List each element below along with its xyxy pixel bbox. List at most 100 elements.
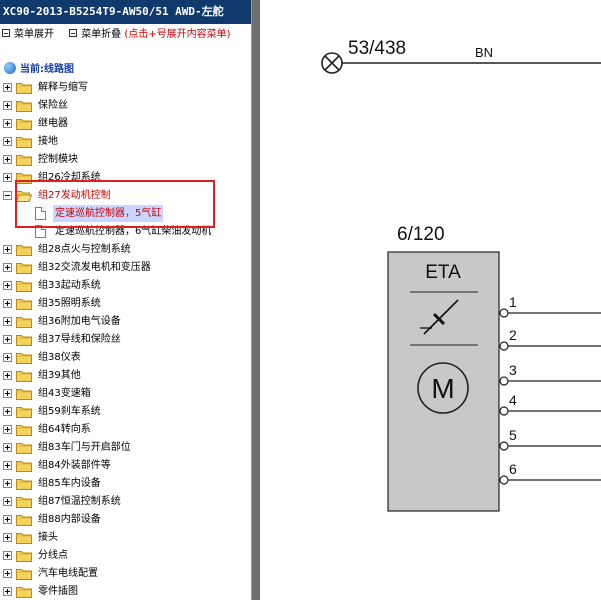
- expand-toggle-icon[interactable]: [3, 317, 12, 326]
- tree-item[interactable]: 解释与缩写: [0, 79, 251, 96]
- folder-icon: [16, 550, 32, 562]
- tree-item-label: 保险丝: [38, 100, 68, 111]
- pin-5[interactable]: 5: [499, 427, 601, 451]
- tree-item[interactable]: 接地: [0, 133, 251, 150]
- tree-item[interactable]: 组85车内设备: [0, 475, 251, 492]
- folder-icon: [16, 316, 32, 328]
- folder-icon: [16, 388, 32, 400]
- current-route-label: 当前:线路图: [20, 64, 74, 75]
- expand-toggle-icon[interactable]: [3, 497, 12, 506]
- tree-item[interactable]: 组88内部设备: [0, 511, 251, 528]
- tree-item[interactable]: 接头: [0, 529, 251, 546]
- folder-icon: [16, 298, 32, 310]
- pin-terminal-icon: [499, 341, 509, 351]
- expand-toggle-icon[interactable]: [3, 407, 12, 416]
- expand-toggle-icon[interactable]: [3, 569, 12, 578]
- folder-icon: [16, 100, 32, 112]
- expand-toggle-icon[interactable]: [3, 353, 12, 362]
- tree-item-label: 组59刹车系统: [38, 406, 101, 417]
- component-pins: 1 2 3 4 5 6: [499, 294, 601, 485]
- tree-item[interactable]: 组33起动系统: [0, 277, 251, 294]
- expand-toggle-icon[interactable]: [3, 137, 12, 146]
- tree-item[interactable]: 汽车电线配置: [0, 565, 251, 582]
- pin-1[interactable]: 1: [499, 294, 601, 318]
- expand-toggle-icon[interactable]: [3, 281, 12, 290]
- tree-item-label: 组37导线和保险丝: [38, 334, 121, 345]
- tree-item[interactable]: 控制模块: [0, 151, 251, 168]
- expand-toggle-icon[interactable]: [3, 587, 12, 596]
- tree-item[interactable]: 组83车门与开启部位: [0, 439, 251, 456]
- tree-item[interactable]: 零件插图: [0, 583, 251, 600]
- folder-icon: [16, 424, 32, 436]
- expand-toggle-icon[interactable]: [3, 155, 12, 164]
- folder-icon: [16, 532, 32, 544]
- collapse-toggle-icon[interactable]: [3, 191, 12, 200]
- expand-toggle-icon[interactable]: [3, 425, 12, 434]
- tree-item[interactable]: 组87恒温控制系统: [0, 493, 251, 510]
- folder-icon: [16, 280, 32, 292]
- folder-icon: [16, 478, 32, 490]
- expand-toggle-icon[interactable]: [3, 533, 12, 542]
- expand-toggle-icon[interactable]: [3, 515, 12, 524]
- tree-item[interactable]: 组28点火与控制系统: [0, 241, 251, 258]
- wire-reference: 53/438: [348, 38, 406, 59]
- tree-item-label: 组38仪表: [38, 352, 81, 363]
- pin-number: 4: [509, 392, 517, 408]
- folder-icon: [16, 514, 32, 526]
- tree-item[interactable]: 组36附加电气设备: [0, 313, 251, 330]
- expand-toggle-icon[interactable]: [3, 173, 12, 182]
- expand-toggle-icon[interactable]: [3, 389, 12, 398]
- tree-item[interactable]: 组35照明系统: [0, 295, 251, 312]
- tree-item-label: 组39其他: [38, 370, 81, 381]
- pin-2[interactable]: 2: [499, 327, 601, 351]
- expand-toggle-icon[interactable]: [3, 101, 12, 110]
- navigation-panel: XC90-2013-B5254T9-AW50/51 AWD-左舵 菜单展开 菜单…: [0, 0, 252, 600]
- pin-terminal-icon: [499, 441, 509, 451]
- expand-toggle-icon[interactable]: [3, 83, 12, 92]
- expand-toggle-icon[interactable]: [3, 119, 12, 128]
- expand-menu-button[interactable]: 菜单展开: [0, 26, 54, 44]
- folder-icon: [16, 460, 32, 472]
- tree-item[interactable]: 组37导线和保险丝: [0, 331, 251, 348]
- pin-6[interactable]: 6: [499, 461, 601, 485]
- expand-toggle-icon[interactable]: [3, 461, 12, 470]
- collapse-menu-button[interactable]: 菜单折叠: [67, 26, 121, 44]
- pin-4[interactable]: 4: [499, 392, 601, 416]
- tree-item[interactable]: 组64转向系: [0, 421, 251, 438]
- tree-item-label: 接地: [38, 136, 58, 147]
- folder-icon: [16, 406, 32, 418]
- collapse-menu-label: 菜单折叠: [81, 29, 122, 40]
- tree-item-label: 组28点火与控制系统: [38, 244, 131, 255]
- tree-item[interactable]: 组43变速箱: [0, 385, 251, 402]
- expand-toggle-icon[interactable]: [3, 443, 12, 452]
- pin-3[interactable]: 3: [499, 362, 601, 386]
- wiring-diagram-pane: 53/438 BN 6/120 ETA M 1 2 3 4 5 6: [260, 0, 601, 600]
- tree-item-label: 组32交流发电机和变压器: [38, 262, 151, 273]
- expand-icon: [2, 29, 10, 37]
- splitter[interactable]: [252, 0, 260, 600]
- tree-item[interactable]: 组32交流发电机和变压器: [0, 259, 251, 276]
- folder-icon: [16, 136, 32, 148]
- tree-item[interactable]: 组39其他: [0, 367, 251, 384]
- tree-item[interactable]: 组84外装部件等: [0, 457, 251, 474]
- folder-icon: [16, 352, 32, 364]
- expand-toggle-icon[interactable]: [3, 551, 12, 560]
- pin-number: 1: [509, 294, 517, 310]
- tree-item-label: 解释与缩写: [38, 82, 88, 93]
- tree-item[interactable]: 保险丝: [0, 97, 251, 114]
- folder-icon: [16, 370, 32, 382]
- expand-toggle-icon[interactable]: [3, 371, 12, 380]
- expand-menu-label: 菜单展开: [14, 29, 54, 40]
- tree-item-label: 组85车内设备: [38, 478, 101, 489]
- expand-toggle-icon[interactable]: [3, 263, 12, 272]
- expand-toggle-icon[interactable]: [3, 299, 12, 308]
- pin-number: 2: [509, 327, 517, 343]
- tree-item[interactable]: 分线点: [0, 547, 251, 564]
- expand-toggle-icon[interactable]: [3, 335, 12, 344]
- tree-item[interactable]: 继电器: [0, 115, 251, 132]
- tree-item[interactable]: 组38仪表: [0, 349, 251, 366]
- tree-item[interactable]: 组59刹车系统: [0, 403, 251, 420]
- expand-toggle-icon[interactable]: [3, 245, 12, 254]
- expand-toggle-icon[interactable]: [3, 479, 12, 488]
- tree-item-label: 零件插图: [38, 586, 78, 597]
